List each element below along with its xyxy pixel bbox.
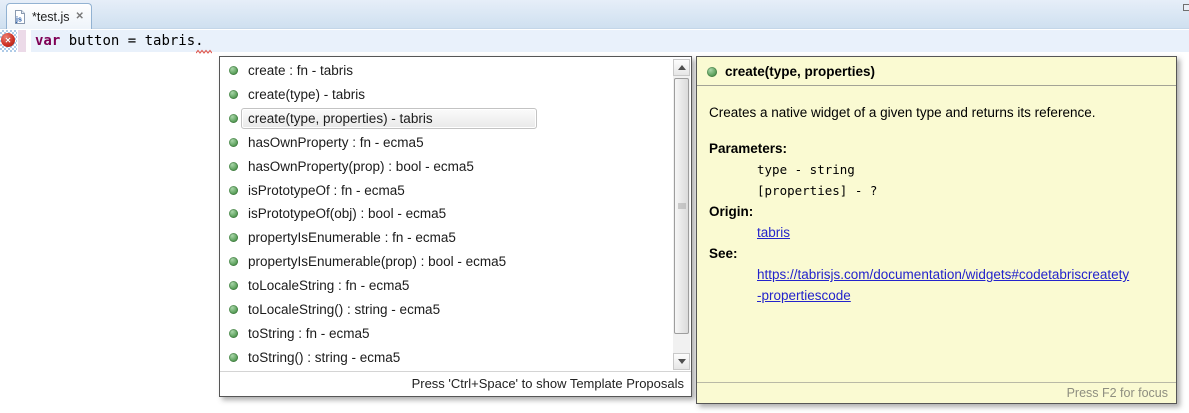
doc-section-heading: See: — [709, 246, 738, 261]
completion-item-label: toString : fn - ecma5 — [248, 325, 370, 341]
doc-line: type - string — [757, 159, 1164, 180]
completion-item-label: toString() : string - ecma5 — [248, 349, 401, 365]
javadoc-hover-panel: create(type, properties) Creates a nativ… — [696, 56, 1177, 404]
doc-section-heading: Parameters: — [709, 141, 788, 156]
editor-tab-bar: js *test.js ✕ — [0, 0, 1189, 29]
completion-item[interactable]: propertyIsEnumerable : fn - ecma5 — [220, 226, 673, 250]
completion-item-label: create(type) - tabris — [248, 87, 366, 103]
doc-line: [properties] - ? — [757, 180, 1164, 201]
completion-footer-hint: Press 'Ctrl+Space' to show Template Prop… — [220, 371, 691, 396]
doc-param-text: [properties] - ? — [757, 183, 878, 198]
annotation-ruler[interactable]: ✕ — [0, 30, 17, 52]
completion-list: create : fn - tabris create(type) - tabri… — [220, 59, 673, 370]
completion-item-label: propertyIsEnumerable : fn - ecma5 — [248, 230, 456, 246]
doc-footer-hint: Press F2 for focus — [697, 382, 1176, 403]
scroll-up-button[interactable] — [673, 59, 690, 76]
method-bullet-icon — [229, 114, 238, 124]
scrollbar-grip-icon — [677, 203, 686, 209]
method-bullet-icon — [229, 185, 238, 195]
doc-link[interactable]: https://tabrisjs.com/documentation/widge… — [757, 267, 1129, 282]
error-squiggle-underline — [196, 49, 212, 54]
doc-section-heading: Origin: — [709, 204, 754, 219]
tab-close-icon[interactable]: ✕ — [76, 11, 84, 22]
doc-param-text: type - string — [757, 162, 855, 177]
js-file-icon: js — [15, 9, 25, 24]
doc-title: create(type, properties) — [725, 64, 876, 79]
completion-scrollbar[interactable] — [673, 59, 690, 370]
method-bullet-icon — [229, 257, 238, 267]
method-bullet-icon — [229, 233, 238, 243]
code-token: button = tabris. — [60, 33, 204, 49]
completion-item-label: create : fn - tabris — [248, 63, 354, 79]
method-bullet-icon — [229, 352, 238, 362]
svg-text:js: js — [15, 16, 22, 23]
method-bullet-icon — [707, 66, 717, 77]
keyword-token: var — [35, 33, 61, 49]
completion-item[interactable]: toString() : string - ecma5 — [220, 345, 673, 369]
scrollbar-thumb[interactable] — [674, 78, 689, 334]
doc-line: https://tabrisjs.com/documentation/widge… — [757, 264, 1164, 285]
doc-link[interactable]: -propertiescode — [757, 288, 851, 303]
completion-item[interactable]: isPrototypeOf : fn - ecma5 — [220, 178, 673, 202]
scroll-down-button[interactable] — [673, 353, 690, 370]
method-bullet-icon — [229, 281, 238, 291]
completion-item-label: toLocaleString : fn - ecma5 — [248, 278, 410, 294]
arrow-up-icon — [677, 61, 686, 70]
content-assist-popup: create : fn - tabris create(type) - tabri… — [219, 56, 692, 397]
completion-item[interactable]: hasOwnProperty : fn - ecma5 — [220, 131, 673, 155]
doc-line: tabris — [757, 222, 1164, 243]
completion-item-label: propertyIsEnumerable(prop) : bool - ecma… — [248, 254, 507, 270]
completion-item-label: hasOwnProperty : fn - ecma5 — [248, 134, 424, 150]
completion-item-label: hasOwnProperty(prop) : bool - ecma5 — [248, 158, 474, 174]
error-marker-icon[interactable]: ✕ — [1, 33, 15, 47]
completion-item[interactable]: create(type, properties) - tabris — [220, 107, 673, 131]
completion-item-label: isPrototypeOf(obj) : bool - ecma5 — [248, 206, 447, 222]
tab-title: *test.js — [32, 9, 70, 24]
doc-body: Creates a native widget of a given type … — [697, 86, 1176, 306]
quick-diff-ruler[interactable] — [18, 30, 26, 52]
completion-item[interactable]: toLocaleString() : string - ecma5 — [220, 297, 673, 321]
completion-item[interactable]: create(type) - tabris — [220, 83, 673, 107]
code-line: var button = tabris. — [35, 32, 204, 51]
completion-item[interactable]: isPrototypeOf(obj) : bool - ecma5 — [220, 202, 673, 226]
method-bullet-icon — [229, 90, 238, 100]
doc-sections: Parameters: type - string [properties] - ?… — [709, 138, 1164, 306]
doc-line: -propertiescode — [757, 285, 1164, 306]
method-bullet-icon — [229, 209, 238, 219]
method-bullet-icon — [229, 304, 238, 314]
method-bullet-icon — [229, 161, 238, 171]
completion-item-label: toLocaleString() : string - ecma5 — [248, 301, 441, 317]
method-bullet-icon — [229, 328, 238, 338]
completion-item-label: create(type, properties) - tabris — [241, 108, 537, 130]
doc-header: create(type, properties) — [697, 57, 1176, 86]
completion-item-label: isPrototypeOf : fn - ecma5 — [248, 182, 405, 198]
completion-item[interactable]: propertyIsEnumerable(prop) : bool - ecma… — [220, 250, 673, 274]
completion-item[interactable]: toString : fn - ecma5 — [220, 321, 673, 345]
view-toolbar-button-fragment[interactable] — [1183, 4, 1189, 11]
doc-description: Creates a native widget of a given type … — [709, 105, 1096, 120]
doc-link[interactable]: tabris — [757, 225, 790, 240]
completion-item[interactable]: toLocaleString : fn - ecma5 — [220, 274, 673, 298]
completion-item[interactable]: hasOwnProperty(prop) : bool - ecma5 — [220, 154, 673, 178]
arrow-down-icon — [677, 359, 686, 368]
tab-test-js[interactable]: js *test.js ✕ — [6, 3, 92, 29]
method-bullet-icon — [229, 137, 238, 147]
completion-item[interactable]: create : fn - tabris — [220, 59, 673, 83]
method-bullet-icon — [229, 66, 238, 76]
